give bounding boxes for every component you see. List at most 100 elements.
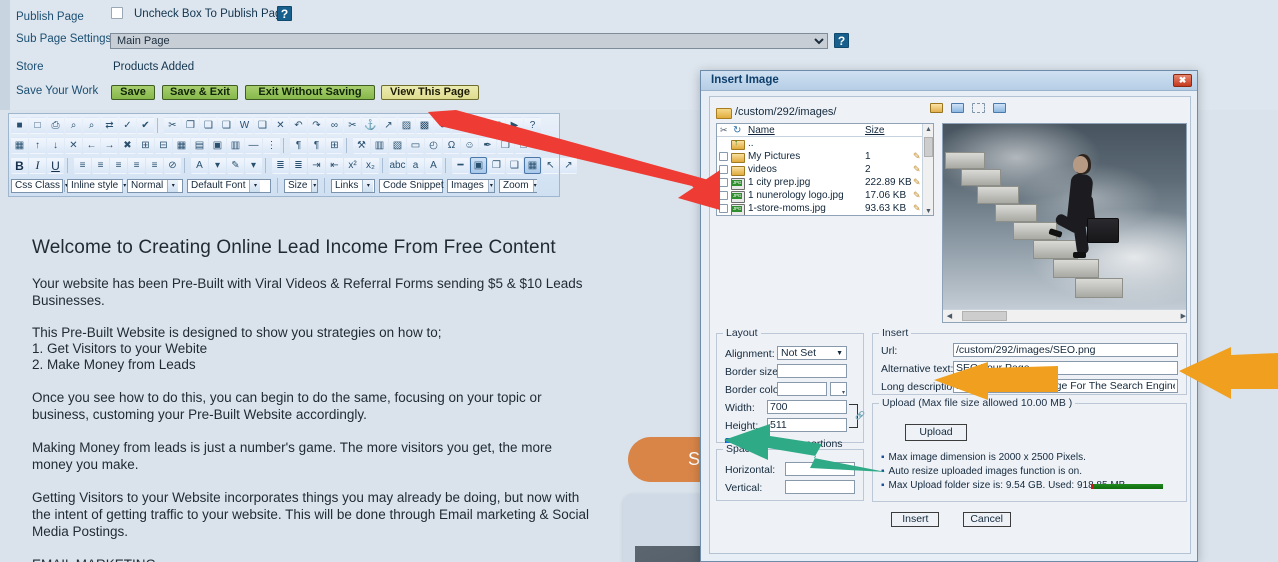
dialog-titlebar[interactable]: Insert Image ✖ xyxy=(701,71,1197,91)
rename-pencil-icon[interactable] xyxy=(913,151,921,162)
rename-pencil-icon[interactable] xyxy=(913,177,921,188)
long-description-input[interactable] xyxy=(953,379,1178,393)
indent-less-icon[interactable]: ⇤ xyxy=(326,157,343,174)
toolbar-dropdown-css-class[interactable]: Css Class▾ xyxy=(11,178,69,193)
rtl-icon[interactable]: ¶ xyxy=(308,137,325,154)
print-icon[interactable]: ⎙ xyxy=(47,117,64,134)
insert-col-right-icon[interactable]: → xyxy=(101,137,118,154)
uppercase-icon[interactable]: A xyxy=(425,157,442,174)
cut-icon[interactable] xyxy=(720,125,729,135)
absolute-position-icon[interactable]: ▣ xyxy=(470,157,487,174)
scroll-up-icon[interactable]: ▲ xyxy=(923,124,933,135)
find-icon[interactable]: ⌕ xyxy=(83,117,100,134)
file-list-item[interactable]: ...jpg75.82 KB xyxy=(717,215,933,216)
align-right-icon[interactable]: ≡ xyxy=(110,157,127,174)
select-icon[interactable]: ↗ xyxy=(560,157,577,174)
file-list-item[interactable]: 1 nunerology logo.jpg 17.06 KB xyxy=(717,189,933,203)
form-icon[interactable]: ⊞ xyxy=(326,137,343,154)
insert-row-below-icon[interactable]: ↓ xyxy=(47,137,64,154)
sub-page-select[interactable]: Main Page xyxy=(110,33,828,49)
undo-icon[interactable]: ↶ xyxy=(290,117,307,134)
close-icon[interactable]: ✖ xyxy=(1173,74,1192,87)
horizontal-rule-icon[interactable]: — xyxy=(245,137,262,154)
color-picker-button[interactable] xyxy=(830,382,847,396)
highlight-icon[interactable]: ✎ xyxy=(227,157,244,174)
cell-props-icon[interactable]: ▣ xyxy=(209,137,226,154)
redo-icon[interactable]: ↷ xyxy=(308,117,325,134)
publish-help-button[interactable]: ? xyxy=(277,6,292,21)
paste-word-icon[interactable]: W xyxy=(236,117,253,134)
column-header-name[interactable]: Name xyxy=(748,125,775,136)
cut-icon[interactable]: ✂ xyxy=(164,117,181,134)
font-color-dropdown-icon[interactable]: ▾ xyxy=(209,157,226,174)
file-list-item[interactable]: My Pictures 1 xyxy=(717,150,933,163)
paste-text-icon[interactable]: ❑ xyxy=(218,117,235,134)
youtube-icon[interactable]: ▶ xyxy=(506,117,523,134)
upload-button[interactable]: Upload xyxy=(905,424,967,441)
subscript-icon[interactable]: x₂ xyxy=(362,157,379,174)
rename-pencil-icon[interactable] xyxy=(913,164,921,175)
lowercase-icon[interactable]: a xyxy=(407,157,424,174)
hr-icon[interactable]: ━ xyxy=(452,157,469,174)
toolbar-dropdown-normal[interactable]: Normal ▾ xyxy=(127,178,183,193)
toolbar-dropdown-links[interactable]: Links ▾ xyxy=(331,178,375,193)
new-folder-icon[interactable] xyxy=(928,100,944,115)
new-doc-icon[interactable]: □ xyxy=(29,117,46,134)
toolbar-dropdown-zoom[interactable]: Zoom ▾ xyxy=(499,178,537,193)
grid-icon[interactable]: ▦ xyxy=(524,157,541,174)
anchor-icon[interactable]: ⚓ xyxy=(362,117,379,134)
emoticon-icon[interactable]: ☺ xyxy=(461,137,478,154)
insert-row-above-icon[interactable]: ↑ xyxy=(29,137,46,154)
table-grid-icon[interactable]: ▦ xyxy=(173,137,190,154)
unordered-list-icon[interactable]: ≣ xyxy=(290,157,307,174)
merge-cells-icon[interactable]: ⊞ xyxy=(137,137,154,154)
rename-pencil-icon[interactable] xyxy=(913,190,921,201)
document-icon[interactable]: ▤ xyxy=(470,117,487,134)
paste-plain-icon[interactable]: ❑ xyxy=(254,117,271,134)
column-header-size[interactable]: Size xyxy=(865,125,884,136)
save-and-exit-button[interactable]: Save & Exit xyxy=(162,85,238,100)
toolbar-dropdown-code-snippet[interactable]: Code Snippet▾ xyxy=(379,178,452,193)
font-color-icon[interactable]: A xyxy=(191,157,208,174)
file-select-checkbox[interactable] xyxy=(719,191,728,200)
send-backward-icon[interactable]: ❑ xyxy=(506,157,523,174)
file-list-item[interactable]: videos 2 xyxy=(717,163,933,176)
file-list-item[interactable]: .. xyxy=(717,137,933,150)
file-browser-list[interactable]: Name Size ..My Pictures1videos21 city pr… xyxy=(716,123,934,216)
copy-icon[interactable]: ❐ xyxy=(182,117,199,134)
module-icon[interactable]: ⚒ xyxy=(353,137,370,154)
paste-icon[interactable]: ❑ xyxy=(200,117,217,134)
select-all-icon[interactable]: ❐ xyxy=(497,137,514,154)
insert-button[interactable]: Insert xyxy=(891,512,940,527)
align-center-icon[interactable]: ≡ xyxy=(92,157,109,174)
help-icon[interactable]: ? xyxy=(524,117,541,134)
width-input[interactable] xyxy=(767,400,847,414)
alignment-select[interactable]: Not Set ▼ xyxy=(777,346,847,360)
bold-icon[interactable]: B xyxy=(11,157,28,174)
preview-scrollbar-thumb[interactable] xyxy=(962,311,1007,321)
height-input[interactable] xyxy=(767,418,847,432)
clean-icon[interactable]: ✒ xyxy=(479,137,496,154)
file-select-checkbox[interactable] xyxy=(719,204,728,213)
quick-link-icon[interactable]: ↗ xyxy=(380,117,397,134)
highlight-dropdown-icon[interactable]: ▾ xyxy=(245,157,262,174)
more-icon[interactable]: ⋮ xyxy=(263,137,280,154)
file-list-item[interactable]: 1 city prep.jpg 222.89 KB xyxy=(717,176,933,190)
flash-icon[interactable]: ● xyxy=(434,117,451,134)
border-size-input[interactable] xyxy=(777,364,847,378)
toolbar-dropdown-default-font[interactable]: Default Font ▾ xyxy=(187,178,271,193)
file-select-checkbox[interactable] xyxy=(719,165,728,174)
preview-icon[interactable]: ⌕ xyxy=(65,117,82,134)
publish-page-checkbox[interactable] xyxy=(111,7,123,19)
image-manager-icon[interactable]: ▩ xyxy=(416,117,433,134)
template-icon[interactable]: ▥ xyxy=(371,137,388,154)
image-icon[interactable]: ▨ xyxy=(398,117,415,134)
table-props-icon[interactable]: ▤ xyxy=(191,137,208,154)
cancel-button[interactable]: Cancel xyxy=(962,512,1011,527)
refresh-icon[interactable] xyxy=(733,125,743,135)
file-select-checkbox[interactable] xyxy=(719,178,728,187)
ltr-icon[interactable]: ¶ xyxy=(290,137,307,154)
align-left-icon[interactable]: ≡ xyxy=(74,157,91,174)
split-cell-icon[interactable]: ⊟ xyxy=(155,137,172,154)
sub-page-help-button[interactable]: ? xyxy=(834,33,849,48)
